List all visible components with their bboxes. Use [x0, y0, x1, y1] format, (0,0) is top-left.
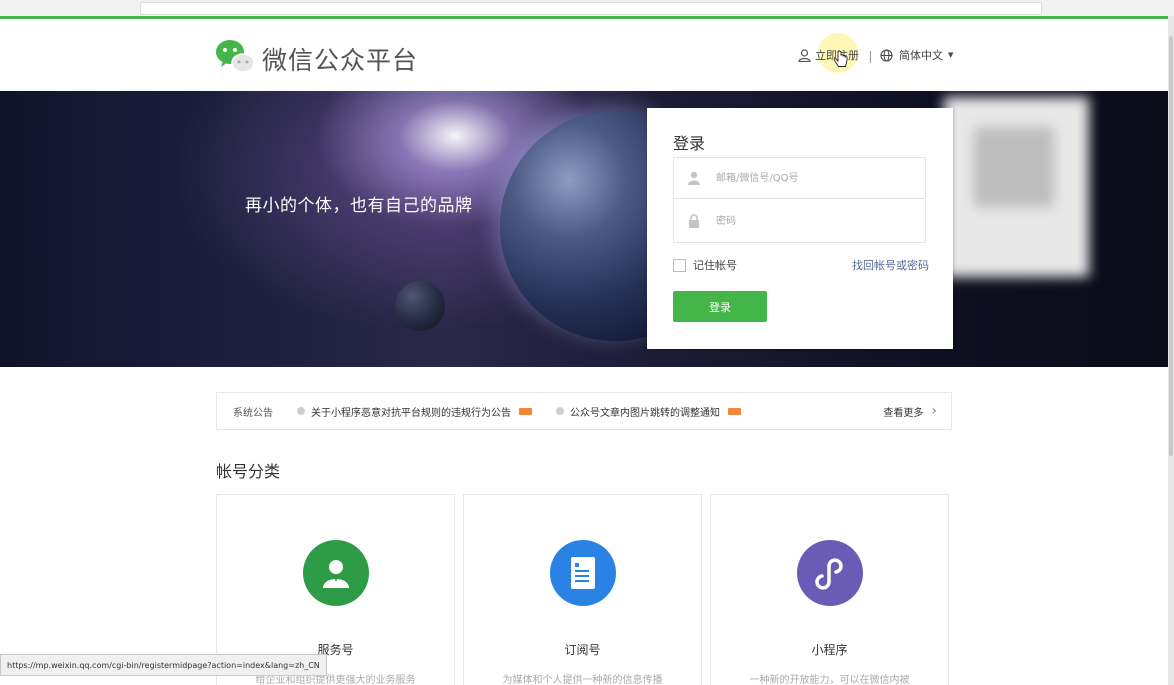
subscription-account-card[interactable]: 订阅号 为媒体和个人提供一种新的信息传播 [463, 494, 702, 685]
see-more-label: 查看更多 [883, 407, 924, 419]
header: 微信公众平台 立即注册 简体中文 ▼ [0, 19, 1168, 91]
password-input[interactable] [714, 214, 908, 228]
card-title: 订阅号 [564, 643, 601, 657]
hero-banner: 再小的个体，也有自己的品牌 登录 邮箱/微信号/QQ号 记住帐号 找回帐号或密码… [0, 91, 1168, 367]
account-field[interactable] [673, 157, 926, 199]
card-description: 为媒体和个人提供一种新的信息传播 [502, 675, 663, 685]
login-button[interactable]: 登录 [673, 291, 767, 322]
notice-item[interactable]: 关于小程序恶意对抗平台规则的违规行为公告 [297, 404, 532, 419]
new-badge-icon [728, 407, 741, 415]
subscription-account-icon [550, 540, 616, 606]
bullet-icon [297, 407, 305, 415]
hand-cursor-icon [834, 51, 848, 67]
remember-account[interactable]: 记住帐号 [673, 257, 737, 273]
system-notice-bar: 系统公告 关于小程序恶意对抗平台规则的违规行为公告 公众号文章内图片跳转的调整通… [216, 392, 952, 430]
logo-text[interactable]: 微信公众平台 [262, 41, 418, 77]
login-title: 登录 [673, 134, 706, 153]
notice-text: 关于小程序恶意对抗平台规则的违规行为公告 [311, 407, 511, 419]
moon-image [395, 281, 445, 331]
register-link[interactable]: 立即注册 [798, 47, 859, 63]
language-label: 简体中文 [899, 49, 943, 62]
remember-checkbox[interactable] [673, 258, 686, 272]
chevron-right-icon: › [931, 403, 937, 419]
scrollbar-thumb[interactable] [1169, 36, 1173, 456]
user-icon [798, 48, 811, 62]
caret-down-icon: ▼ [948, 51, 954, 59]
bullet-icon [556, 407, 564, 415]
browser-toolbar [0, 0, 1174, 17]
account-icon [674, 171, 714, 185]
page: 微信公众平台 立即注册 简体中文 ▼ 再小的个体，也有自己的品牌 登录 邮箱/微… [0, 19, 1168, 685]
forgot-password-link[interactable]: 找回帐号或密码 [852, 257, 929, 273]
lock-icon [674, 214, 714, 228]
notice-text: 公众号文章内图片跳转的调整通知 [570, 407, 720, 419]
scrollbar[interactable] [1168, 16, 1174, 685]
password-field[interactable] [673, 200, 926, 243]
wechat-logo-icon[interactable] [215, 37, 255, 75]
status-bar-url: https://mp.weixin.qq.com/cgi-bin/registe… [0, 654, 327, 676]
notice-label: 系统公告 [233, 407, 273, 419]
account-types-title: 帐号分类 [216, 462, 281, 481]
mini-program-card[interactable]: 小程序 一种新的开放能力，可以在微信内被 [710, 494, 949, 685]
remember-label: 记住帐号 [693, 259, 737, 272]
banner-slogan: 再小的个体，也有自己的品牌 [245, 196, 473, 216]
card-title: 小程序 [811, 643, 848, 657]
account-input[interactable] [714, 171, 908, 185]
notice-item[interactable]: 公众号文章内图片跳转的调整通知 [556, 404, 741, 419]
address-bar[interactable] [140, 2, 1042, 15]
language-select[interactable]: 简体中文 ▼ [880, 47, 953, 63]
mini-program-icon [797, 540, 863, 606]
see-more-link[interactable]: 查看更多 › [883, 403, 937, 419]
header-divider [870, 51, 871, 63]
login-card: 登录 邮箱/微信号/QQ号 记住帐号 找回帐号或密码 登录 [647, 108, 953, 349]
globe-icon [880, 48, 893, 62]
new-badge-icon [519, 407, 532, 415]
service-account-icon [303, 540, 369, 606]
card-description: 一种新的开放能力，可以在微信内被 [749, 675, 910, 685]
qr-code-image [944, 97, 1089, 277]
